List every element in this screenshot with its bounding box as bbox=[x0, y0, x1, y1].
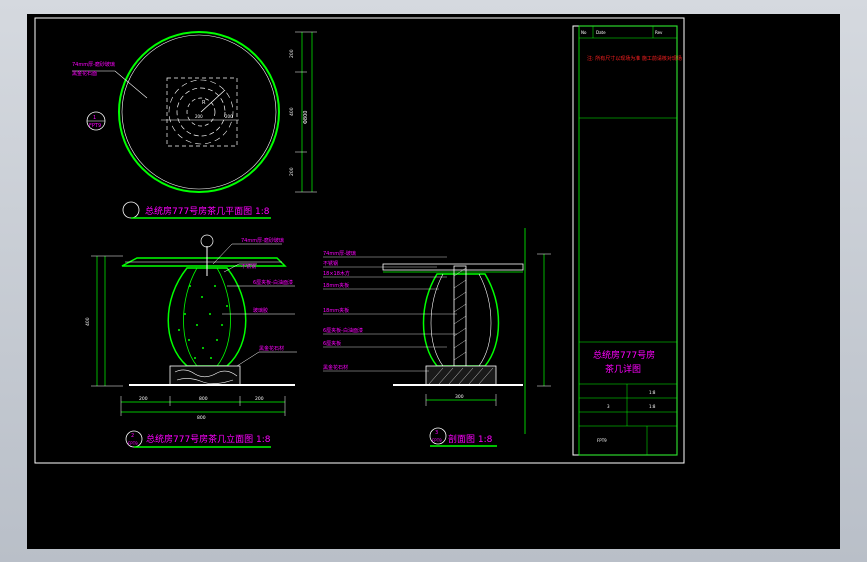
title-block-row2-left: 3 bbox=[607, 404, 610, 409]
plan-dim-c: 200 bbox=[289, 167, 295, 176]
plan-inner-dim-1: 200 bbox=[195, 114, 203, 119]
elevation-tag-bottom: FPT9 bbox=[128, 441, 138, 446]
title-block-footer-left: FPT9 bbox=[597, 438, 607, 443]
section-barrel bbox=[422, 273, 500, 367]
section-dim-bottom: 300 bbox=[455, 394, 464, 400]
elevation-label-4: 玻璃胶 bbox=[253, 307, 268, 314]
title-block-row1-right: 1:8 bbox=[649, 390, 656, 395]
section-label-1: 74mm厚-玻璃 bbox=[323, 250, 356, 257]
section-label-5: 18mm夹板 bbox=[323, 307, 349, 314]
elevation-label-5: 黑金花石材 bbox=[259, 345, 284, 352]
elevation-dim-height: 400 bbox=[85, 317, 91, 326]
drawing-canvas[interactable]: R 200 200 74mm厚-磨砂玻璃 黑金花石面 1 FPT9 200 40… bbox=[27, 14, 840, 549]
title-block-project-line-2: 茶几详图 bbox=[605, 363, 641, 375]
elevation-dim-mid: 800 bbox=[199, 396, 208, 402]
title-block-inner bbox=[578, 25, 678, 456]
plan-view-title: 总统房777号房茶几平面图 1:8 bbox=[145, 205, 270, 217]
title-block-header-2: Date bbox=[596, 30, 606, 35]
section-label-8: 黑金花石材 bbox=[323, 364, 348, 371]
title-block-header-1: No bbox=[581, 30, 587, 35]
elevation-view: 74mm厚-磨砂玻璃 不锈钢 6厘夹板-白油面漆 玻璃胶 黑金花石材 400 2… bbox=[85, 234, 297, 448]
title-block-note-line-1: 注: 所有尺寸以现场为准 施工前请核对现场 bbox=[587, 55, 682, 62]
elevation-dim-right: 200 bbox=[255, 396, 264, 402]
plan-label-1: 74mm厚-磨砂玻璃 bbox=[72, 61, 115, 68]
title-block-note: 注: 所有尺寸以现场为准 施工前请核对现场 bbox=[587, 55, 682, 62]
drawing-border bbox=[34, 17, 685, 464]
section-view: 74mm厚-玻璃 不锈钢 18×18木方 18mm夹板 18mm夹板 6厘夹板-… bbox=[323, 228, 551, 447]
plan-radius-label: R bbox=[202, 100, 206, 106]
elevation-view-title: 总统房777号房茶几立面图 1:8 bbox=[146, 433, 271, 445]
elevation-leader-1 bbox=[212, 243, 282, 265]
section-label-4: 18mm夹板 bbox=[323, 282, 349, 289]
section-view-title: 剖面图 1:8 bbox=[448, 433, 493, 445]
section-label-2: 不锈钢 bbox=[323, 260, 338, 267]
cad-drawing-viewport[interactable]: R 200 200 74mm厚-磨砂玻璃 黑金花石面 1 FPT9 200 40… bbox=[27, 14, 840, 549]
elevation-stone-base bbox=[169, 365, 241, 386]
section-barrel-inner-right bbox=[478, 273, 492, 367]
plan-glass-edge bbox=[121, 34, 277, 190]
plan-label-2: 黑金花石面 bbox=[72, 70, 97, 77]
plan-dim-total: Φ800 bbox=[303, 111, 309, 124]
elevation-leader-5 bbox=[236, 351, 297, 367]
plan-dim-a: 200 bbox=[289, 49, 295, 58]
elevation-label-2: 不锈钢 bbox=[241, 263, 256, 270]
elevation-barrel-inner-right bbox=[216, 267, 231, 367]
elevation-barrel bbox=[167, 267, 247, 367]
plan-inner-dim-2: 200 bbox=[225, 114, 233, 119]
elevation-tag-top: 2 bbox=[131, 433, 134, 439]
elevation-barrel-inner-left bbox=[183, 267, 198, 367]
elevation-label-3: 6厘夹板-白油面漆 bbox=[253, 279, 293, 286]
section-barrel-inner-left bbox=[430, 273, 444, 367]
section-label-6: 6厘夹板-白油面漆 bbox=[323, 327, 363, 334]
title-block-frame bbox=[572, 25, 678, 456]
elevation-stud-dots bbox=[178, 285, 228, 359]
plan-outer-circle bbox=[118, 31, 280, 193]
plan-dim-b: 400 bbox=[289, 107, 295, 116]
title-block-row2-right: 1:8 bbox=[649, 404, 656, 409]
plan-view: R 200 200 74mm厚-磨砂玻璃 黑金花石面 1 FPT9 200 40… bbox=[72, 31, 317, 219]
plan-tag-top: 1 bbox=[93, 115, 96, 121]
plan-tag-bottom: FPT9 bbox=[89, 123, 101, 129]
elevation-dim-left: 200 bbox=[139, 396, 148, 402]
section-label-7: 6厘夹板 bbox=[323, 340, 341, 347]
title-block: No Date Rev 注: 所有尺寸以现场为准 施工前请核对现场 总统房777… bbox=[572, 25, 682, 456]
title-block-header-3: Rev bbox=[655, 30, 663, 35]
plan-title-tag bbox=[122, 201, 140, 219]
elevation-dim-total: 800 bbox=[197, 415, 206, 421]
section-tag-top: 3 bbox=[435, 430, 438, 436]
elevation-section-marker bbox=[200, 234, 214, 248]
section-label-3: 18×18木方 bbox=[323, 270, 350, 277]
title-block-project-line-1: 总统房777号房 bbox=[593, 349, 655, 361]
section-tag-bottom: FPT9 bbox=[432, 438, 442, 443]
elevation-label-1: 74mm厚-磨砂玻璃 bbox=[241, 237, 284, 244]
